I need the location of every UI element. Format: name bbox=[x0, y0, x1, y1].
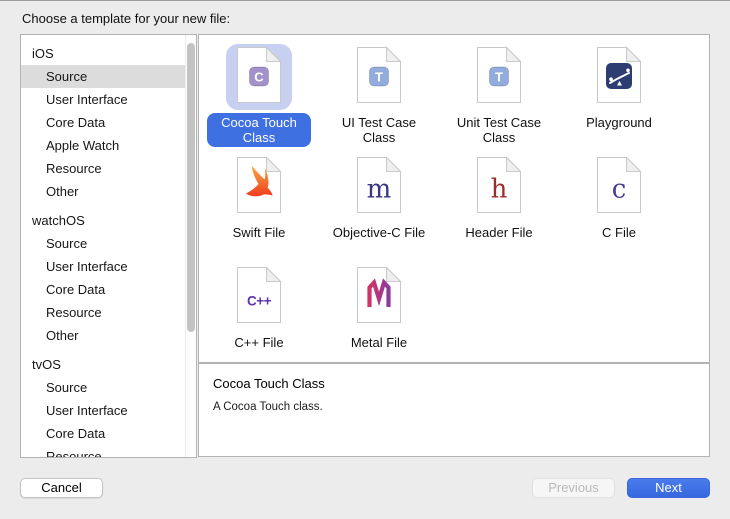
template-header-file[interactable]: h Header File bbox=[440, 154, 558, 264]
template-c-file-tile: C++ bbox=[226, 264, 292, 330]
sidebar-item-ios-apple-watch[interactable]: Apple Watch bbox=[21, 134, 196, 157]
template-metal-file[interactable]: Metal File bbox=[320, 264, 438, 374]
sidebar-item-watchos-other[interactable]: Other bbox=[21, 324, 196, 347]
sidebar-item-tvos-user-interface[interactable]: User Interface bbox=[21, 399, 196, 422]
objective-c-file-icon: m bbox=[356, 156, 402, 219]
template-swift-file[interactable]: Swift File bbox=[200, 154, 318, 264]
svg-text:m: m bbox=[367, 174, 392, 204]
template-swift-file-tile bbox=[226, 154, 292, 220]
sidebar-section-tvos: tvOS bbox=[21, 353, 196, 376]
template-label: Cocoa Touch Class bbox=[207, 113, 311, 147]
svg-text:h: h bbox=[491, 174, 508, 204]
sidebar-list: iOSSourceUser InterfaceCore DataApple Wa… bbox=[21, 35, 196, 458]
template-metal-file-tile bbox=[346, 264, 412, 330]
svg-text:c: c bbox=[612, 174, 627, 204]
template-label: Unit Test Case Class bbox=[444, 113, 554, 147]
sidebar-item-ios-source[interactable]: Source bbox=[21, 65, 196, 88]
template-objective-c-file-tile: m bbox=[346, 154, 412, 220]
template-unit-test-case-class[interactable]: T Unit Test Case Class bbox=[440, 44, 558, 154]
sidebar-section-watchos: watchOS bbox=[21, 209, 196, 232]
template-label: UI Test Case Class bbox=[324, 113, 434, 147]
header-file-icon: h bbox=[476, 156, 522, 219]
template-playground-tile bbox=[586, 44, 652, 110]
template-grid: C Cocoa Touch Class T UI Test Case Class T Un… bbox=[199, 35, 709, 374]
template-label: Objective-C File bbox=[333, 223, 425, 242]
sidebar-item-watchos-user-interface[interactable]: User Interface bbox=[21, 255, 196, 278]
template-c-file[interactable]: c C File bbox=[560, 154, 678, 264]
c-file-icon: C++ bbox=[236, 266, 282, 329]
previous-button[interactable]: Previous bbox=[532, 478, 615, 498]
template-c-file[interactable]: C++ C++ File bbox=[200, 264, 318, 374]
sidebar-item-ios-user-interface[interactable]: User Interface bbox=[21, 88, 196, 111]
dialog-title: Choose a template for your new file: bbox=[22, 11, 230, 26]
template-ui-test-case-class-tile: T bbox=[346, 44, 412, 110]
next-button[interactable]: Next bbox=[627, 478, 710, 498]
svg-text:C++: C++ bbox=[247, 293, 272, 308]
c-file-icon: c bbox=[596, 156, 642, 219]
svg-text:T: T bbox=[495, 69, 503, 84]
template-label: Playground bbox=[586, 113, 652, 132]
template-label: C File bbox=[602, 223, 636, 242]
template-label: Metal File bbox=[351, 333, 407, 352]
ui-test-case-class-icon: T bbox=[356, 46, 402, 109]
sidebar-item-watchos-resource[interactable]: Resource bbox=[21, 301, 196, 324]
sidebar-scrollbar[interactable] bbox=[185, 35, 196, 457]
template-detail-title: Cocoa Touch Class bbox=[213, 376, 325, 391]
template-panel: C Cocoa Touch Class T UI Test Case Class T Un… bbox=[198, 34, 710, 363]
cocoa-touch-class-icon: C bbox=[236, 46, 282, 109]
sidebar-section-ios: iOS bbox=[21, 42, 196, 65]
swift-file-icon bbox=[236, 156, 282, 219]
sidebar-scrollbar-thumb[interactable] bbox=[187, 43, 195, 332]
template-playground[interactable]: Playground bbox=[560, 44, 678, 154]
metal-file-icon bbox=[356, 266, 402, 329]
playground-icon bbox=[596, 46, 642, 109]
template-header-file-tile: h bbox=[466, 154, 532, 220]
template-ui-test-case-class[interactable]: T UI Test Case Class bbox=[320, 44, 438, 154]
sidebar-item-watchos-source[interactable]: Source bbox=[21, 232, 196, 255]
sidebar-item-ios-core-data[interactable]: Core Data bbox=[21, 111, 196, 134]
template-label: Header File bbox=[465, 223, 532, 242]
sidebar-item-tvos-resource[interactable]: Resource bbox=[21, 445, 196, 458]
unit-test-case-class-icon: T bbox=[476, 46, 522, 109]
svg-text:C: C bbox=[254, 69, 264, 84]
sidebar-item-ios-resource[interactable]: Resource bbox=[21, 157, 196, 180]
sidebar-item-tvos-source[interactable]: Source bbox=[21, 376, 196, 399]
new-file-template-dialog: Choose a template for your new file: iOS… bbox=[0, 0, 730, 519]
template-label: Swift File bbox=[233, 223, 286, 242]
sidebar-item-ios-other[interactable]: Other bbox=[21, 180, 196, 203]
svg-text:T: T bbox=[375, 69, 383, 84]
template-label: C++ File bbox=[234, 333, 283, 352]
category-sidebar: iOSSourceUser InterfaceCore DataApple Wa… bbox=[20, 34, 197, 458]
template-c-file-tile: c bbox=[586, 154, 652, 220]
cancel-button[interactable]: Cancel bbox=[20, 478, 103, 498]
template-unit-test-case-class-tile: T bbox=[466, 44, 532, 110]
template-cocoa-touch-class[interactable]: C Cocoa Touch Class bbox=[200, 44, 318, 154]
sidebar-item-tvos-core-data[interactable]: Core Data bbox=[21, 422, 196, 445]
template-detail-panel: Cocoa Touch Class A Cocoa Touch class. bbox=[198, 363, 710, 457]
template-objective-c-file[interactable]: m Objective-C File bbox=[320, 154, 438, 264]
template-detail-description: A Cocoa Touch class. bbox=[213, 401, 323, 413]
template-cocoa-touch-class-tile: C bbox=[226, 44, 292, 110]
sidebar-item-watchos-core-data[interactable]: Core Data bbox=[21, 278, 196, 301]
